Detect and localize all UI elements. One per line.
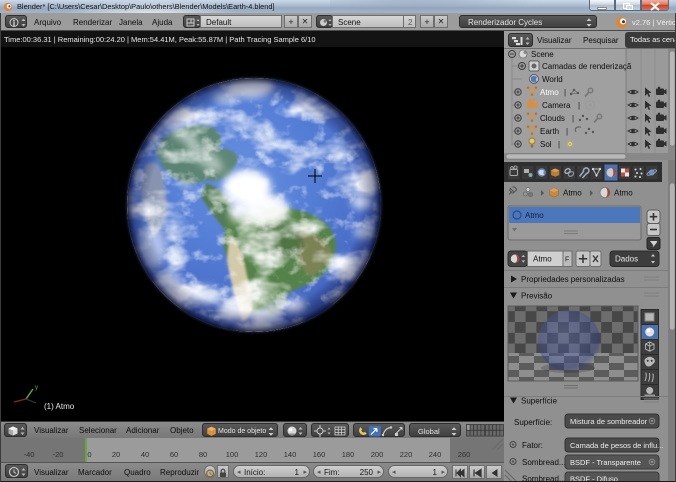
svg-text:Atmo: Atmo — [540, 88, 559, 97]
svg-text:Camada de pesos de influ...: Camada de pesos de influ... — [570, 441, 663, 450]
svg-text:(1) Atmo: (1) Atmo — [44, 402, 75, 411]
svg-text:|: | — [578, 101, 580, 110]
svg-text:Superfície: Superfície — [521, 397, 558, 406]
svg-text:Camadas de renderizaçã: Camadas de renderizaçã — [542, 62, 632, 71]
svg-text:Scene: Scene — [531, 50, 554, 59]
svg-text:|: | — [566, 127, 568, 136]
svg-text:Sol: Sol — [540, 140, 552, 149]
svg-text:y: y — [35, 385, 38, 391]
svg-text:F: F — [565, 257, 569, 264]
svg-text:Atmo: Atmo — [563, 189, 582, 198]
svg-text:Atmo: Atmo — [525, 211, 544, 220]
svg-text:|: | — [564, 88, 566, 97]
svg-text:Atmo: Atmo — [614, 189, 633, 198]
svg-text:Sombread...: Sombread... — [522, 458, 566, 467]
svg-text:World: World — [542, 75, 563, 84]
svg-text:Mistura de sombreador: Mistura de sombreador — [570, 417, 648, 426]
svg-text:Previsão: Previsão — [521, 292, 553, 301]
svg-text:Propriedades personalizadas: Propriedades personalizadas — [521, 275, 625, 284]
svg-text:|: | — [558, 140, 560, 149]
svg-text:Dados: Dados — [615, 255, 638, 264]
svg-text:Fator:: Fator: — [522, 441, 543, 450]
svg-text:Camera: Camera — [542, 101, 571, 110]
svg-text:Atmo: Atmo — [533, 255, 552, 264]
svg-text:Earth: Earth — [540, 127, 559, 136]
svg-text:Clouds: Clouds — [540, 114, 565, 123]
svg-text:Superfície:: Superfície: — [514, 418, 552, 427]
svg-text:|: | — [572, 114, 574, 123]
svg-text:BSDF - Transparente: BSDF - Transparente — [570, 458, 641, 467]
